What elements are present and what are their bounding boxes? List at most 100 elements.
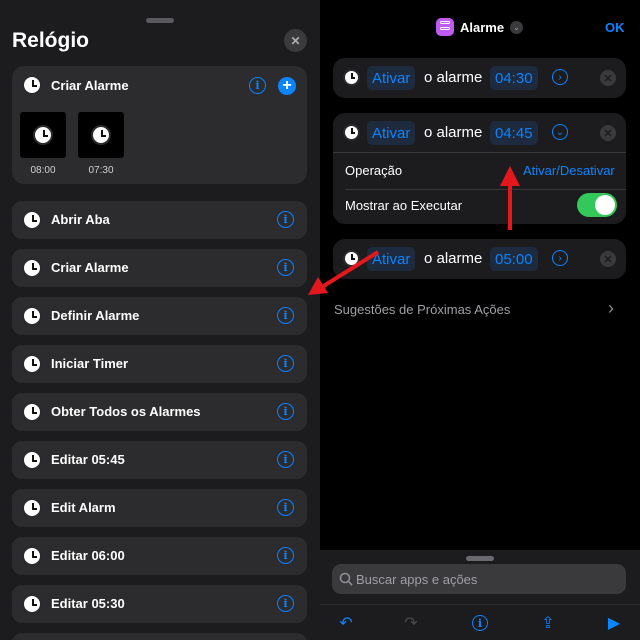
action-label: Obter Todos os Alarmes	[51, 404, 201, 419]
action-row[interactable]: Editar 06:00 i	[12, 537, 307, 575]
alarm-time-token[interactable]: 04:45	[490, 121, 538, 145]
remove-action-button[interactable]: ✕	[600, 70, 616, 86]
info-button[interactable]: i	[277, 451, 294, 468]
close-icon: ✕	[290, 33, 301, 48]
clock-icon	[22, 498, 42, 518]
close-button[interactable]: ✕	[284, 29, 307, 52]
alarm-tile-label: 08:00	[30, 165, 56, 176]
operation-label: Operação	[345, 163, 403, 178]
shortcut-layers-icon[interactable]	[436, 18, 454, 36]
chevron-down-icon[interactable]: ⌄	[510, 21, 523, 34]
chevron-down-icon[interactable]: ⌄	[552, 124, 568, 140]
alarm-tile-0730[interactable]	[78, 112, 124, 158]
show-when-run-toggle[interactable]	[577, 193, 617, 217]
undo-button[interactable]: ↶	[335, 612, 357, 634]
info-button[interactable]: i	[277, 355, 294, 372]
action-row[interactable]: Editar 05:45 i	[12, 441, 307, 479]
action-text: o alarme	[424, 69, 483, 86]
clock-icon	[91, 125, 111, 145]
divider	[333, 152, 626, 153]
redo-button[interactable]: ↷	[400, 612, 422, 634]
action-card-alarm-0430[interactable]: Ativar o alarme 04:30 › ✕	[333, 58, 626, 98]
clock-icon	[22, 402, 42, 422]
info-icon: i	[283, 597, 288, 610]
alarm-time-token[interactable]: 05:00	[490, 247, 538, 271]
info-button[interactable]: i	[277, 403, 294, 420]
info-icon: i	[283, 309, 288, 322]
details-button[interactable]: i	[469, 612, 491, 634]
divider	[320, 604, 640, 605]
action-label: Abrir Aba	[51, 212, 110, 227]
alarm-tile-label: 07:30	[88, 165, 114, 176]
sheet-grabber[interactable]	[146, 18, 174, 23]
next-action-suggestions[interactable]: Sugestões de Próximas Ações	[334, 302, 510, 317]
clock-icon	[22, 258, 42, 278]
alarm-tile-0800[interactable]	[20, 112, 66, 158]
action-label: Editar 05:30	[51, 596, 125, 611]
search-icon	[339, 572, 353, 586]
action-row[interactable]: Criar Alarme i	[12, 249, 307, 287]
info-icon: i	[283, 357, 288, 370]
verb-token[interactable]: Ativar	[367, 247, 416, 271]
action-row-partial[interactable]	[12, 633, 307, 640]
clock-icon	[22, 306, 42, 326]
sheet-grabber[interactable]	[466, 556, 494, 561]
action-label: Criar Alarme	[51, 260, 129, 275]
ok-button[interactable]: OK	[605, 20, 625, 35]
info-icon: i	[283, 261, 288, 274]
action-row[interactable]: Obter Todos os Alarmes i	[12, 393, 307, 431]
action-label: Definir Alarme	[51, 308, 140, 323]
operation-value[interactable]: Ativar/Desativar	[523, 163, 615, 178]
undo-icon: ↶	[339, 615, 353, 632]
info-button[interactable]: i	[277, 307, 294, 324]
plus-icon: +	[282, 77, 292, 94]
run-button[interactable]: ▶	[603, 612, 625, 634]
info-button[interactable]: i	[277, 259, 294, 276]
verb-token[interactable]: Ativar	[367, 121, 416, 145]
action-row[interactable]: Abrir Aba i	[12, 201, 307, 239]
clock-icon	[22, 450, 42, 470]
clock-actions-panel: Relógio ✕ Criar Alarme i + 08:00 07:30 A…	[0, 0, 320, 640]
chevron-right-icon[interactable]: ›	[552, 250, 568, 266]
verb-token[interactable]: Ativar	[367, 66, 416, 90]
search-field[interactable]: Buscar apps e ações	[332, 564, 626, 594]
info-button[interactable]: i	[277, 547, 294, 564]
action-label: Editar 05:45	[51, 452, 125, 467]
clock-icon	[343, 250, 360, 267]
action-label: Editar 06:00	[51, 548, 125, 563]
info-icon: i	[283, 549, 288, 562]
add-alarm-button[interactable]: +	[278, 77, 296, 95]
info-button[interactable]: i	[277, 595, 294, 612]
search-placeholder: Buscar apps e ações	[356, 572, 478, 587]
clock-icon	[343, 124, 360, 141]
share-icon: ⇪	[541, 615, 555, 632]
action-row[interactable]: Editar 05:30 i	[12, 585, 307, 623]
clock-icon	[22, 210, 42, 230]
clock-icon	[33, 125, 53, 145]
show-when-run-label: Mostrar ao Executar	[345, 198, 463, 213]
action-text: o alarme	[424, 124, 483, 141]
alarm-time-token[interactable]: 04:30	[490, 66, 538, 90]
action-row[interactable]: Definir Alarme i	[12, 297, 307, 335]
shortcut-title[interactable]: Alarme	[460, 20, 504, 35]
info-icon: i	[283, 501, 288, 514]
remove-action-button[interactable]: ✕	[600, 125, 616, 141]
remove-action-button[interactable]: ✕	[600, 251, 616, 267]
info-button[interactable]: i	[277, 499, 294, 516]
clock-icon	[22, 546, 42, 566]
chevron-right-icon[interactable]: ›	[552, 69, 568, 85]
action-card-alarm-0500[interactable]: Ativar o alarme 05:00 › ✕	[333, 239, 626, 279]
info-icon: i	[283, 213, 288, 226]
info-button[interactable]: i	[277, 211, 294, 228]
action-row[interactable]: Iniciar Timer i	[12, 345, 307, 383]
chevron-right-icon[interactable]: ›	[608, 298, 614, 319]
info-button[interactable]: i	[249, 77, 266, 94]
featured-action-label: Criar Alarme	[51, 78, 129, 93]
action-label: Iniciar Timer	[51, 356, 129, 371]
play-icon: ▶	[607, 615, 621, 632]
action-row[interactable]: Edit Alarm i	[12, 489, 307, 527]
clock-icon	[22, 75, 42, 95]
info-icon: i	[283, 453, 288, 466]
action-text: o alarme	[424, 250, 483, 267]
share-button[interactable]: ⇪	[537, 612, 559, 634]
